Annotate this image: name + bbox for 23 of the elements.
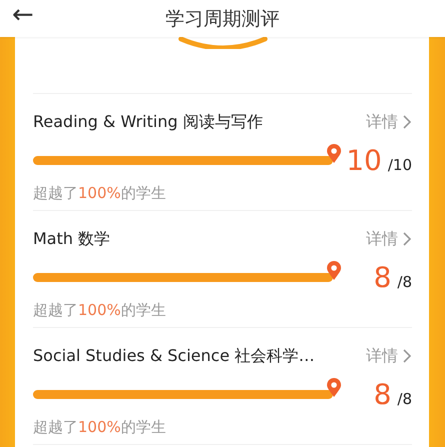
- chevron-right-icon: [402, 114, 412, 130]
- rank-text: 超越了 100%的学生: [33, 184, 167, 203]
- score: 8: [374, 378, 392, 410]
- rank-text: 超越了 100%的学生: [33, 418, 167, 437]
- score: 10: [346, 144, 382, 176]
- back-icon[interactable]: ←: [12, 0, 34, 30]
- details-link[interactable]: 详情: [366, 228, 412, 250]
- subject-name: Social Studies & Science 社会科学…: [33, 346, 315, 366]
- subject-name: Math 数学: [33, 228, 110, 250]
- location-pin-icon: [326, 260, 342, 280]
- page-title: 学习周期测评: [166, 6, 280, 30]
- location-pin-icon: [326, 144, 342, 164]
- details-link[interactable]: 详情: [366, 112, 412, 132]
- chevron-right-icon: [402, 348, 412, 364]
- details-link[interactable]: 详情: [366, 346, 412, 366]
- score-total: /10: [388, 156, 412, 174]
- location-pin-icon: [326, 378, 342, 398]
- chevron-right-icon: [402, 231, 412, 247]
- score-total: /8: [397, 272, 412, 290]
- rank-text: 超越了 100%的学生: [33, 301, 167, 320]
- score: 8: [374, 260, 392, 294]
- score-total: /8: [397, 390, 412, 408]
- subject-name: Reading & Writing 阅读与写作: [33, 112, 263, 132]
